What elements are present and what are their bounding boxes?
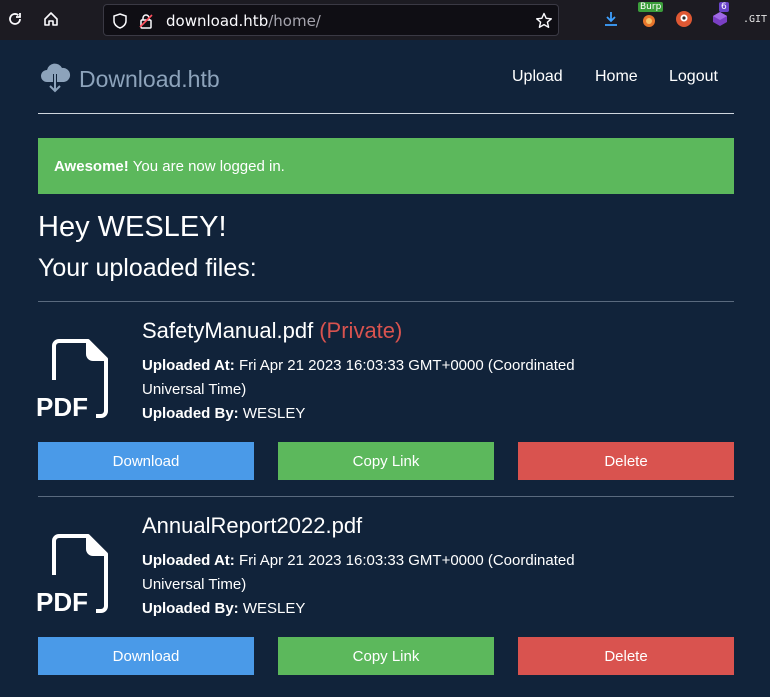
- header-divider: [38, 113, 734, 114]
- downloads-icon[interactable]: [600, 8, 622, 30]
- shield-icon[interactable]: [110, 11, 130, 31]
- duckduckgo-icon[interactable]: [673, 8, 695, 30]
- url-text[interactable]: download.htb/home/: [166, 12, 321, 30]
- uploaded-by: Uploaded By: WESLEY: [142, 597, 612, 621]
- nav-upload-link[interactable]: Upload: [512, 68, 563, 86]
- uploaded-by-label: Uploaded By:: [142, 405, 239, 422]
- download-button[interactable]: Download: [38, 637, 254, 675]
- copy-link-button[interactable]: Copy Link: [278, 637, 494, 675]
- uploaded-at: Uploaded At: Fri Apr 21 2023 16:03:33 GM…: [142, 549, 612, 597]
- address-bar[interactable]: download.htb/home/: [103, 4, 559, 36]
- browser-toolbar: download.htb/home/ Burp 6 .GIT: [0, 0, 770, 40]
- url-host: download.htb: [166, 12, 269, 30]
- alert-strong-text: Awesome!: [54, 157, 129, 175]
- file-name-text: AnnualReport2022.pdf: [142, 513, 363, 538]
- delete-button[interactable]: Delete: [518, 637, 734, 675]
- purple-extension-icon[interactable]: 6: [709, 2, 731, 30]
- uploaded-by-value: WESLEY: [242, 600, 306, 617]
- pdf-icon-label: PDF: [36, 392, 88, 418]
- file-meta: Uploaded At: Fri Apr 21 2023 16:03:33 GM…: [142, 354, 612, 426]
- brand-name: Download.htb: [79, 65, 220, 92]
- uploaded-by-label: Uploaded By:: [142, 600, 239, 617]
- file-name: SafetyManual.pdf (Private): [142, 318, 402, 344]
- uploaded-by: Uploaded By: WESLEY: [142, 402, 612, 426]
- insecure-lock-icon[interactable]: [136, 11, 156, 31]
- uploaded-at-label: Uploaded At:: [142, 357, 235, 374]
- burp-extension-icon[interactable]: Burp: [638, 2, 664, 30]
- burp-label: Burp: [638, 2, 664, 12]
- extension-badge-count: 6: [719, 2, 729, 12]
- reload-icon[interactable]: [4, 8, 26, 30]
- file-meta: Uploaded At: Fri Apr 21 2023 16:03:33 GM…: [142, 549, 612, 621]
- uploaded-by-value: WESLEY: [242, 405, 306, 422]
- pdf-file-icon: PDF: [36, 531, 110, 617]
- uploaded-at-label: Uploaded At:: [142, 552, 235, 569]
- file-name: AnnualReport2022.pdf: [142, 513, 362, 539]
- url-path: /home/: [268, 12, 321, 30]
- files-heading: Your uploaded files:: [38, 254, 257, 282]
- download-button[interactable]: Download: [38, 442, 254, 480]
- alert-text: You are now logged in.: [132, 157, 285, 175]
- pdf-file-icon: PDF: [36, 336, 110, 422]
- private-badge: (Private): [319, 318, 403, 343]
- uploaded-at: Uploaded At: Fri Apr 21 2023 16:03:33 GM…: [142, 354, 612, 402]
- success-alert: Awesome! You are now logged in.: [38, 138, 734, 194]
- bookmark-star-icon[interactable]: [534, 11, 554, 31]
- file-divider: [38, 496, 734, 497]
- section-divider: [38, 301, 734, 302]
- nav-home-link[interactable]: Home: [595, 68, 638, 86]
- copy-link-button[interactable]: Copy Link: [278, 442, 494, 480]
- cloud-download-icon: [38, 60, 72, 98]
- nav-logout-link[interactable]: Logout: [669, 68, 718, 86]
- file-name-text: SafetyManual.pdf: [142, 318, 314, 343]
- pdf-icon-label: PDF: [36, 587, 88, 613]
- git-extension-icon[interactable]: .GIT: [742, 8, 768, 30]
- git-label: .GIT: [742, 13, 768, 25]
- greeting-heading: Hey WESLEY!: [38, 211, 227, 243]
- home-icon[interactable]: [40, 8, 62, 30]
- site-brand[interactable]: Download.htb: [38, 60, 220, 98]
- delete-button[interactable]: Delete: [518, 442, 734, 480]
